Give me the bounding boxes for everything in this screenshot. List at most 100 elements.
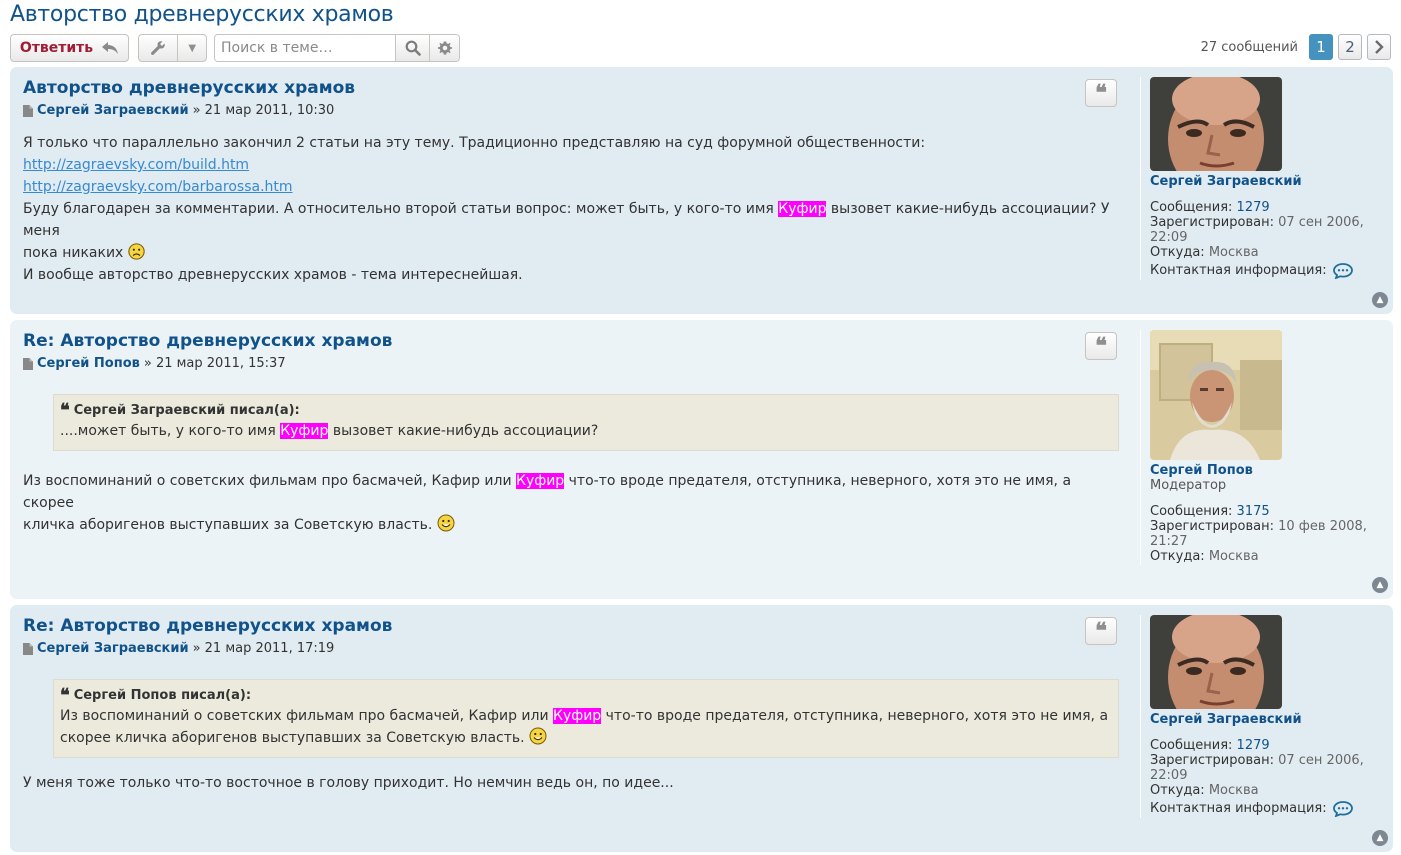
reply-arrow-icon: [102, 42, 119, 54]
profile-details: Сообщения: 1279 Зарегистрирован: 07 сен …: [1150, 739, 1385, 817]
quote-block: ❝ Сергей Заграевский писал(а): ....может …: [53, 394, 1119, 451]
topic-tools-dropdown[interactable]: ▼: [138, 34, 207, 62]
topic-title[interactable]: Авторство древнерусских храмов: [10, 2, 394, 27]
post-profile: Сергей Заграевский Сообщения: 1279 Зарег…: [1140, 615, 1385, 818]
post-author-link[interactable]: Сергей Попов: [37, 356, 140, 371]
wrench-icon: [139, 35, 179, 61]
profile-username[interactable]: Сергей Попов: [1150, 464, 1385, 478]
profile-label: Контактная информация:: [1150, 263, 1327, 278]
post-link[interactable]: http://zagraevsky.com/barbarossa.htm: [23, 179, 293, 195]
quote-text: Из воспоминаний о советских фильмам про …: [60, 705, 1110, 727]
post: Re: Авторство древнерусских храмов Серге…: [10, 320, 1393, 599]
profile-label: Контактная информация:: [1150, 801, 1327, 816]
post-text-line: Буду благодарен за комментарии. А относи…: [23, 198, 1119, 242]
reply-button-label: Ответить: [19, 40, 94, 56]
post-title[interactable]: Re: Авторство древнерусских храмов: [23, 328, 1119, 354]
smile-smiley-icon: [529, 727, 547, 745]
post-body: Re: Авторство древнерусских храмов Серге…: [23, 328, 1119, 536]
post-body: Авторство древнерусских храмов Сергей За…: [23, 75, 1119, 286]
page-1[interactable]: 1: [1309, 34, 1333, 60]
smile-smiley-icon: [437, 514, 455, 532]
post-text-line: пока никаких: [23, 242, 1119, 264]
reply-button[interactable]: Ответить: [10, 34, 129, 62]
post-count: 27 сообщений: [1200, 39, 1298, 55]
post: Авторство древнерусских храмов Сергей За…: [10, 67, 1393, 314]
profile-joined-time: 22:09: [1150, 230, 1188, 245]
advanced-search-button[interactable]: [429, 35, 459, 61]
back-to-top-icon[interactable]: ▲: [1372, 830, 1388, 846]
quote-author: Сергей Попов писал(а):: [73, 688, 252, 703]
quote-text-part: вызовет какие-нибудь ассоциации?: [328, 423, 599, 439]
post-content: ❝ Сергей Попов писал(а): Из воспоминаний …: [23, 679, 1119, 794]
quote-icon: ❝: [60, 400, 70, 421]
search-button[interactable]: [395, 35, 429, 61]
topic-search: [214, 34, 460, 62]
profile-post-count[interactable]: 3175: [1237, 504, 1270, 519]
next-page-button[interactable]: [1367, 34, 1391, 60]
post-content: Я только что параллельно закончил 2 стат…: [23, 132, 1119, 286]
quote-button[interactable]: ❝: [1085, 332, 1117, 360]
post-text-line: И вообще авторство древнерусских храмов …: [23, 267, 523, 283]
quote-button[interactable]: ❝: [1085, 79, 1117, 107]
profile-label: Откуда:: [1150, 549, 1205, 564]
profile-location: Москва: [1208, 549, 1259, 564]
post-text: Буду благодарен за комментарии. А относи…: [23, 201, 779, 217]
quote-cite: ❝ Сергей Попов писал(а):: [60, 687, 1110, 705]
post-author-link[interactable]: Сергей Заграевский: [37, 103, 189, 118]
post-author-line: Сергей Попов » 21 мар 2011, 15:37: [23, 356, 1119, 371]
profile-label: Откуда:: [1150, 783, 1205, 798]
post-content: ❝ Сергей Заграевский писал(а): ....может …: [23, 394, 1119, 536]
quote-block: ❝ Сергей Попов писал(а): Из воспоминаний …: [53, 679, 1119, 758]
profile-label: Зарегистрирован:: [1150, 519, 1274, 534]
post-title[interactable]: Авторство древнерусских храмов: [23, 75, 1119, 101]
profile-label: Сообщения:: [1150, 504, 1233, 519]
profile-username[interactable]: Сергей Заграевский: [1150, 175, 1385, 189]
quote-icon: ❝: [1095, 333, 1107, 359]
file-icon[interactable]: [23, 104, 33, 117]
quote-icon: ❝: [1095, 80, 1107, 106]
post-text: пока никаких: [23, 245, 124, 261]
speech-bubble-icon[interactable]: [1332, 263, 1353, 279]
file-icon[interactable]: [23, 642, 33, 655]
back-to-top-icon[interactable]: ▲: [1372, 577, 1388, 593]
post-text-line: У меня тоже только что-то восточное в го…: [23, 775, 674, 791]
post-profile: Сергей Заграевский Сообщения: 1279 Зарег…: [1140, 77, 1385, 280]
post-title[interactable]: Re: Авторство древнерусских храмов: [23, 613, 1119, 639]
profile-label: Откуда:: [1150, 245, 1205, 260]
post-text: кличка аборигенов выступавших за Советск…: [23, 517, 433, 533]
quote-text: ....может быть, у кого-то имя Куфир вызо…: [60, 420, 1110, 442]
sad-smiley-icon: [128, 243, 145, 260]
chevron-down-icon: ▼: [188, 42, 197, 54]
quote-text-part: скорее кличка аборигенов выступавших за …: [60, 730, 525, 746]
post-text-line: кличка аборигенов выступавших за Советск…: [23, 514, 1119, 536]
search-highlight: Куфир: [553, 708, 602, 724]
avatar[interactable]: [1150, 615, 1282, 709]
post-text: Из воспоминаний о советских фильмам про …: [23, 473, 517, 489]
post-date: » 21 мар 2011, 15:37: [143, 356, 286, 371]
back-to-top-icon[interactable]: ▲: [1372, 292, 1388, 308]
avatar[interactable]: [1150, 330, 1282, 460]
profile-joined-time: 21:27: [1150, 534, 1188, 549]
page-2[interactable]: 2: [1338, 34, 1362, 60]
file-icon[interactable]: [23, 357, 33, 370]
avatar[interactable]: [1150, 77, 1282, 171]
profile-label: Сообщения:: [1150, 738, 1233, 753]
profile-joined: 07 сен 2006,: [1278, 215, 1364, 230]
profile-post-count[interactable]: 1279: [1237, 200, 1270, 215]
gear-icon: [437, 41, 452, 55]
search-input[interactable]: [215, 35, 395, 61]
profile-joined: 07 сен 2006,: [1278, 753, 1364, 768]
quote-button[interactable]: ❝: [1085, 617, 1117, 645]
profile-joined-time: 22:09: [1150, 768, 1188, 783]
profile-joined: 10 фев 2008,: [1278, 519, 1367, 534]
profile-username[interactable]: Сергей Заграевский: [1150, 713, 1385, 727]
post-date: » 21 мар 2011, 17:19: [192, 641, 335, 656]
pagination: 27 сообщений 1 2: [1201, 34, 1391, 60]
post-text-line: Я только что параллельно закончил 2 стат…: [23, 135, 926, 151]
speech-bubble-icon[interactable]: [1332, 801, 1353, 817]
profile-label: Зарегистрирован:: [1150, 215, 1274, 230]
post-author-link[interactable]: Сергей Заграевский: [37, 641, 189, 656]
post-link[interactable]: http://zagraevsky.com/build.htm: [23, 157, 249, 173]
profile-post-count[interactable]: 1279: [1237, 738, 1270, 753]
search-icon: [405, 40, 421, 56]
